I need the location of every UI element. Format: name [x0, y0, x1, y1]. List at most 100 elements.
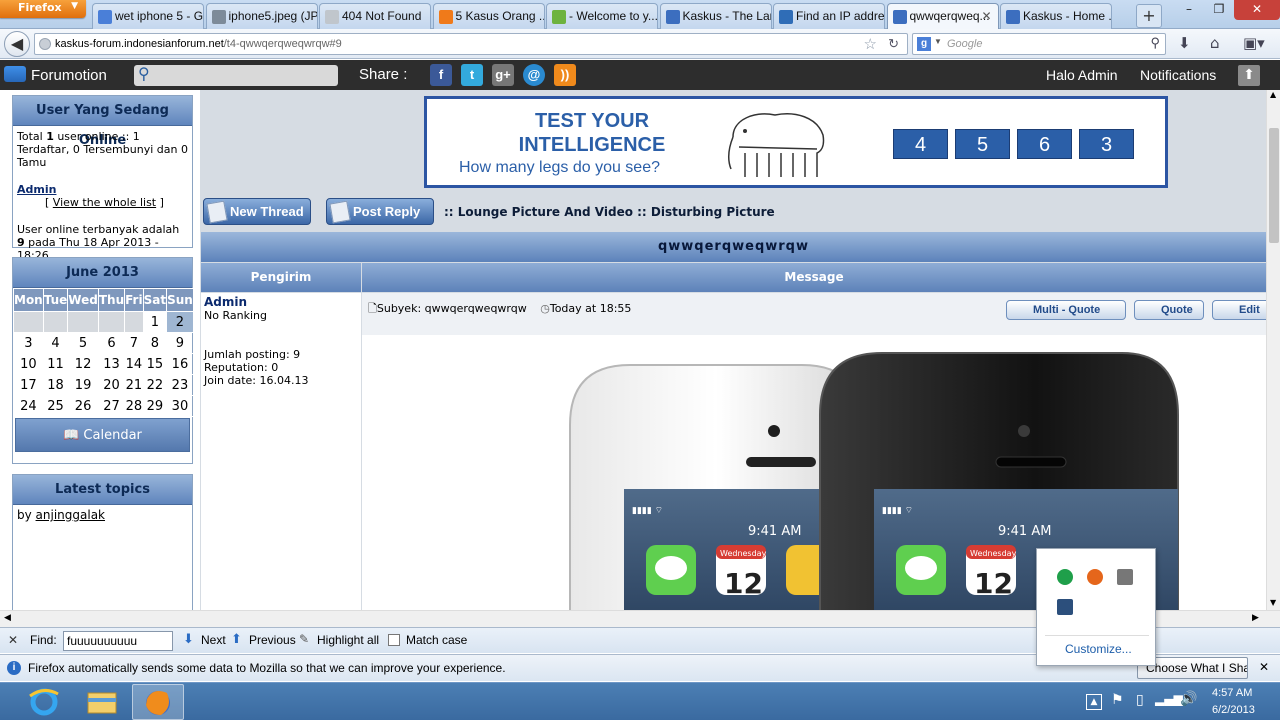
calendar-day[interactable]: 20 — [97, 374, 126, 396]
latest-topic-user-link[interactable]: anjinggalak — [36, 508, 105, 522]
calendar-day[interactable]: 6 — [97, 332, 126, 354]
battery-icon[interactable]: ▯ — [1136, 692, 1144, 708]
calendar-day[interactable]: 8 — [142, 332, 168, 354]
calendar-day[interactable]: 2 — [166, 311, 194, 333]
scroll-down-icon[interactable]: ▼ — [1270, 598, 1276, 607]
calendar-day[interactable]: 21 — [124, 374, 144, 396]
home-icon[interactable]: ⌂ — [1210, 34, 1220, 52]
bookmark-star-icon[interactable]: ☆ — [864, 35, 877, 53]
edit-button[interactable]: Edit — [1212, 300, 1266, 320]
ad-answer-button[interactable]: 3 — [1079, 129, 1134, 159]
reload-icon[interactable]: ↻ — [888, 36, 899, 52]
browser-tab[interactable]: Kaskus - The Lar... — [659, 3, 772, 29]
app-tray-icon[interactable] — [1057, 569, 1073, 585]
ad-answer-button[interactable]: 4 — [893, 129, 948, 159]
calendar-day[interactable]: 13 — [97, 353, 126, 375]
match-case-label[interactable]: Match case — [406, 633, 467, 647]
download-icon[interactable]: ⬇ — [1178, 34, 1191, 52]
calendar-day[interactable]: 9 — [166, 332, 194, 354]
forumotion-logo[interactable]: Forumotion — [4, 66, 107, 84]
ad-answer-button[interactable]: 5 — [955, 129, 1010, 159]
customize-link[interactable]: Customize... — [1065, 642, 1132, 656]
calendar-day[interactable]: 5 — [67, 332, 99, 354]
firefox-menu-button[interactable]: Firefox ▼ — [0, 0, 86, 18]
view-whole-list-link[interactable]: View the whole list — [53, 196, 156, 209]
volume-icon[interactable]: 🔊 — [1180, 691, 1197, 707]
scrollbar-thumb[interactable] — [1269, 128, 1279, 243]
browser-tab[interactable]: iphone5.jpeg (JP... — [205, 3, 318, 29]
find-next-button[interactable]: Next — [201, 633, 226, 647]
calendar-day[interactable]: 14 — [124, 353, 144, 375]
calendar-day[interactable]: 17 — [13, 374, 44, 396]
highlight-all-button[interactable]: Highlight all — [317, 633, 379, 647]
network-tray-icon[interactable] — [1057, 599, 1073, 615]
calendar-day[interactable]: 1 — [142, 311, 168, 333]
email-icon[interactable]: @ — [523, 64, 545, 86]
close-window-button[interactable]: ✕ — [1234, 0, 1280, 20]
scroll-left-icon[interactable]: ◀ — [4, 613, 11, 623]
calendar-day[interactable]: 7 — [124, 332, 144, 354]
toolbar-search-input[interactable]: ⚲ — [134, 64, 338, 86]
arrow-up-icon[interactable]: ⬆ — [1238, 65, 1260, 86]
match-case-checkbox[interactable] — [388, 634, 400, 646]
calendar-day[interactable]: 3 — [13, 332, 44, 354]
chevron-down-icon[interactable]: ▼ — [934, 37, 942, 46]
browser-tab[interactable]: - Welcome to y... — [546, 3, 658, 29]
browser-tab[interactable]: 404 Not Found — [319, 3, 431, 29]
post-author-name[interactable]: Admin — [204, 295, 247, 309]
signal-icon[interactable]: ▂▄▆ — [1155, 692, 1183, 706]
calendar-day[interactable]: 25 — [42, 395, 69, 417]
calendar-day[interactable]: 24 — [13, 395, 44, 417]
browser-tab[interactable]: Kaskus - Home ... — [1000, 3, 1112, 29]
browser-tab[interactable]: wet iphone 5 - G... — [92, 3, 204, 29]
clock-time[interactable]: 4:57 AM — [1212, 687, 1252, 699]
calendar-day[interactable]: 26 — [67, 395, 99, 417]
find-input[interactable]: fuuuuuuuuuu — [63, 631, 173, 651]
calendar-day[interactable]: 23 — [166, 374, 194, 396]
breadcrumb[interactable]: :: Lounge Picture And Video :: Disturbin… — [444, 205, 775, 219]
calendar-day[interactable]: 10 — [13, 353, 44, 375]
show-hidden-icons[interactable]: ▲ — [1086, 694, 1102, 710]
vertical-scrollbar[interactable]: ▲ ▼ — [1266, 90, 1280, 610]
calendar-day[interactable]: 22 — [142, 374, 168, 396]
calendar-day[interactable]: 15 — [142, 353, 168, 375]
scroll-right-icon[interactable]: ▶ — [1252, 613, 1259, 623]
internet-explorer-icon[interactable] — [18, 684, 70, 720]
scroll-up-icon[interactable]: ▲ — [1270, 90, 1276, 99]
multi-quote-button[interactable]: Multi - Quote — [1006, 300, 1126, 320]
calendar-day[interactable]: 19 — [67, 374, 99, 396]
app-tray-icon[interactable] — [1117, 569, 1133, 585]
calendar-day[interactable]: 30 — [166, 395, 194, 417]
flag-icon[interactable]: ⚑ — [1111, 692, 1124, 708]
facebook-icon[interactable]: f — [430, 64, 452, 86]
find-previous-button[interactable]: Previous — [249, 633, 296, 647]
google-plus-icon[interactable]: g+ — [492, 64, 514, 86]
close-icon[interactable]: ✕ — [8, 633, 18, 647]
search-icon[interactable]: ⚲ — [1150, 35, 1160, 51]
search-input[interactable]: g ▼ Google ⚲ — [912, 33, 1166, 55]
quote-button[interactable]: Quote — [1134, 300, 1204, 320]
url-bar[interactable]: kaskus-forum.indonesianforum.net/t4-qwwq… — [34, 33, 908, 55]
file-explorer-icon[interactable] — [76, 684, 128, 720]
back-button[interactable]: ◀ — [4, 31, 30, 57]
firefox-taskbar-icon[interactable] — [132, 684, 184, 720]
calendar-day[interactable]: 16 — [166, 353, 194, 375]
calendar-button[interactable]: 📖 Calendar — [15, 418, 190, 452]
close-icon[interactable]: ✕ — [1259, 660, 1269, 674]
browser-tab[interactable]: qwwqerqweq... ✕ — [886, 3, 999, 29]
calendar-day[interactable]: 18 — [42, 374, 69, 396]
new-thread-button[interactable]: New Thread — [203, 198, 311, 225]
addon-bar-icon[interactable]: ▣▾ — [1243, 34, 1265, 52]
calendar-day[interactable]: 4 — [42, 332, 69, 354]
ad-answer-button[interactable]: 6 — [1017, 129, 1072, 159]
ad-banner[interactable]: TEST YOUR INTELLIGENCE How many legs do … — [424, 96, 1168, 188]
calendar-day[interactable]: 29 — [142, 395, 168, 417]
new-tab-button[interactable]: + — [1136, 4, 1162, 28]
twitter-icon[interactable]: t — [461, 64, 483, 86]
notifications-link[interactable]: Notifications — [1140, 67, 1216, 83]
browser-tab[interactable]: 5 Kasus Orang ... — [432, 3, 545, 29]
minimize-button[interactable]: – — [1174, 0, 1204, 20]
clock-date[interactable]: 6/2/2013 — [1212, 704, 1255, 716]
user-greeting[interactable]: Halo Admin — [1046, 67, 1118, 83]
calendar-day[interactable]: 28 — [124, 395, 144, 417]
